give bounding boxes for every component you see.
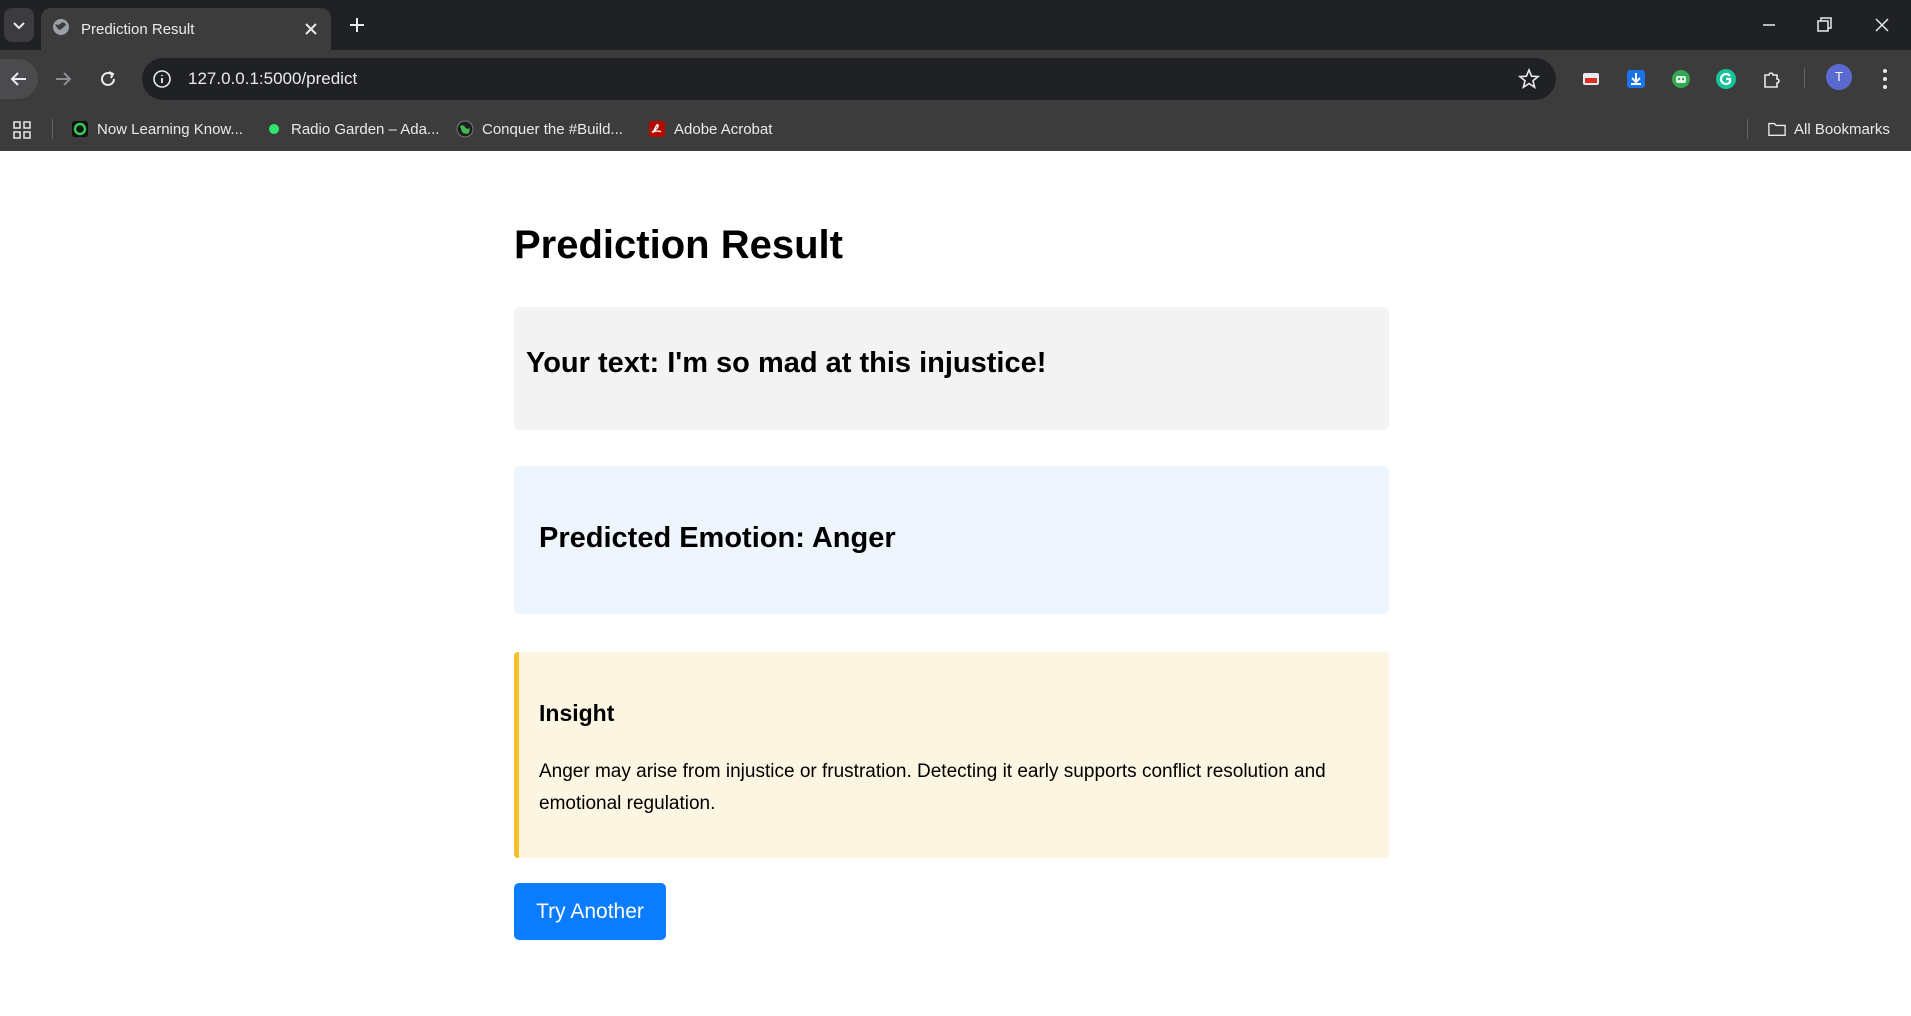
green-dot-icon	[265, 120, 283, 138]
all-bookmarks-label: All Bookmarks	[1794, 120, 1890, 138]
acrobat-icon	[648, 120, 666, 138]
back-button[interactable]	[0, 59, 38, 99]
toolbar: 127.0.0.1:5000/predict T	[0, 50, 1911, 107]
restore-icon[interactable]	[1813, 14, 1835, 36]
download-icon	[1627, 70, 1645, 88]
bookmarks-divider-right	[1747, 119, 1748, 139]
green-ring-icon	[71, 120, 89, 138]
more-menu-icon[interactable]	[1872, 64, 1898, 94]
minimize-icon[interactable]	[1758, 14, 1780, 36]
tab-title: Prediction Result	[81, 21, 195, 38]
tab-search-button[interactable]	[4, 8, 34, 42]
bookmark-label: Now Learning Know...	[97, 120, 243, 138]
new-tab-icon[interactable]	[345, 13, 369, 37]
arrow-right-icon	[56, 72, 72, 86]
emotion-result-panel: Predicted Emotion: Anger	[514, 466, 1389, 614]
address-bar[interactable]: 127.0.0.1:5000/predict	[142, 58, 1556, 100]
insight-body: Anger may arise from injustice or frustr…	[539, 761, 1326, 814]
input-text-line: Your text: I'm so mad at this injustice!	[526, 347, 1047, 379]
globe-icon	[53, 19, 69, 35]
all-bookmarks-button[interactable]: All Bookmarks	[1768, 117, 1890, 141]
tab-strip: Prediction Result	[0, 0, 1911, 50]
apps-grid-icon[interactable]	[13, 121, 31, 139]
insight-panel: Insight Anger may arise from injustice o…	[514, 652, 1389, 858]
insight-heading: Insight	[539, 700, 615, 726]
robot-icon	[1672, 70, 1690, 88]
bookmark-adobe-acrobat[interactable]: Adobe Acrobat	[648, 117, 772, 141]
input-text-panel: Your text: I'm so mad at this injustice!	[514, 307, 1389, 430]
earth-icon	[456, 120, 474, 138]
bookmark-now-learning[interactable]: Now Learning Know...	[71, 117, 243, 141]
extension-grammarly-button[interactable]	[1713, 66, 1739, 92]
star-icon[interactable]	[1518, 68, 1540, 90]
grammarly-icon	[1716, 69, 1736, 89]
bookmarks-bar: Now Learning Know... Radio Garden – Ada.…	[0, 107, 1911, 151]
arrow-left-icon	[10, 72, 26, 86]
toolbar-divider	[1804, 68, 1805, 88]
bookmarks-divider	[52, 119, 53, 139]
bookmark-conquer[interactable]: Conquer the #Build...	[456, 117, 623, 141]
extension-cast-button[interactable]	[1578, 66, 1604, 92]
url-text[interactable]: 127.0.0.1:5000/predict	[188, 69, 357, 89]
puzzle-icon	[1764, 72, 1780, 88]
bookmark-label: Radio Garden – Ada...	[291, 120, 440, 138]
bookmark-label: Adobe Acrobat	[674, 120, 773, 138]
extensions-button[interactable]	[1759, 66, 1785, 92]
tab-active[interactable]: Prediction Result	[41, 8, 331, 50]
reload-button[interactable]	[93, 64, 123, 94]
folder-icon	[1768, 120, 1786, 138]
info-icon[interactable]	[152, 69, 172, 89]
forward-button[interactable]	[48, 64, 78, 94]
reload-icon	[101, 71, 115, 86]
bookmark-label: Conquer the #Build...	[482, 120, 623, 138]
close-icon[interactable]	[301, 19, 321, 39]
bookmark-radio-garden[interactable]: Radio Garden – Ada...	[265, 117, 439, 141]
try-another-button[interactable]: Try Another	[514, 883, 666, 940]
page-title: Prediction Result	[514, 223, 843, 267]
browser-chrome: Prediction Result 127.0.0.1:5000/predict	[0, 0, 1911, 151]
profile-avatar[interactable]: T	[1826, 64, 1852, 90]
extension-download-button[interactable]	[1623, 66, 1649, 92]
cast-icon	[1583, 73, 1599, 85]
page-content: Prediction Result Your text: I'm so mad …	[0, 151, 1911, 1016]
extension-robot-button[interactable]	[1668, 66, 1694, 92]
close-window-icon[interactable]	[1871, 14, 1893, 36]
chevron-down-icon	[13, 22, 25, 30]
predicted-emotion-line: Predicted Emotion: Anger	[539, 522, 896, 554]
